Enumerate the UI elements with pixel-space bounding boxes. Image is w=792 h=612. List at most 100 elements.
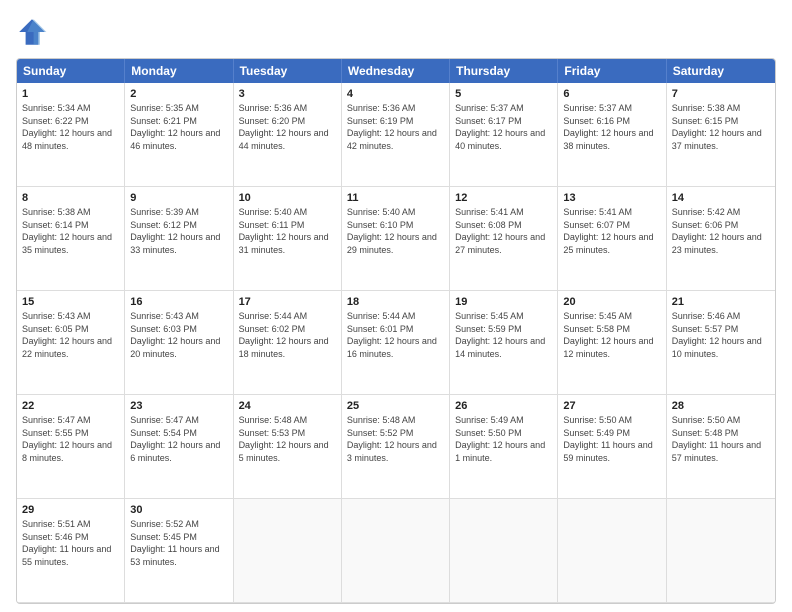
header-day-friday: Friday [558, 59, 666, 83]
cell-info: Sunrise: 5:36 AMSunset: 6:19 PMDaylight:… [347, 103, 437, 151]
day-number: 9 [130, 191, 227, 206]
cell-info: Sunrise: 5:37 AMSunset: 6:17 PMDaylight:… [455, 103, 545, 151]
header-day-saturday: Saturday [667, 59, 775, 83]
cell-info: Sunrise: 5:41 AMSunset: 6:08 PMDaylight:… [455, 207, 545, 255]
cell-info: Sunrise: 5:48 AMSunset: 5:52 PMDaylight:… [347, 415, 437, 463]
day-number: 27 [563, 399, 660, 414]
cell-info: Sunrise: 5:38 AMSunset: 6:15 PMDaylight:… [672, 103, 762, 151]
calendar-cell-day-11: 11Sunrise: 5:40 AMSunset: 6:10 PMDayligh… [342, 187, 450, 291]
day-number: 22 [22, 399, 119, 414]
calendar-cell-day-16: 16Sunrise: 5:43 AMSunset: 6:03 PMDayligh… [125, 291, 233, 395]
day-number: 30 [130, 503, 227, 518]
calendar-body: 1Sunrise: 5:34 AMSunset: 6:22 PMDaylight… [17, 83, 775, 603]
calendar-cell-day-27: 27Sunrise: 5:50 AMSunset: 5:49 PMDayligh… [558, 395, 666, 499]
page: SundayMondayTuesdayWednesdayThursdayFrid… [0, 0, 792, 612]
calendar-cell-day-18: 18Sunrise: 5:44 AMSunset: 6:01 PMDayligh… [342, 291, 450, 395]
calendar-cell-day-1: 1Sunrise: 5:34 AMSunset: 6:22 PMDaylight… [17, 83, 125, 187]
calendar-cell-empty [342, 499, 450, 603]
day-number: 17 [239, 295, 336, 310]
calendar-cell-day-17: 17Sunrise: 5:44 AMSunset: 6:02 PMDayligh… [234, 291, 342, 395]
calendar-cell-day-6: 6Sunrise: 5:37 AMSunset: 6:16 PMDaylight… [558, 83, 666, 187]
cell-info: Sunrise: 5:48 AMSunset: 5:53 PMDaylight:… [239, 415, 329, 463]
day-number: 11 [347, 191, 444, 206]
cell-info: Sunrise: 5:44 AMSunset: 6:01 PMDaylight:… [347, 311, 437, 359]
calendar-cell-day-24: 24Sunrise: 5:48 AMSunset: 5:53 PMDayligh… [234, 395, 342, 499]
cell-info: Sunrise: 5:39 AMSunset: 6:12 PMDaylight:… [130, 207, 220, 255]
day-number: 18 [347, 295, 444, 310]
calendar-cell-day-22: 22Sunrise: 5:47 AMSunset: 5:55 PMDayligh… [17, 395, 125, 499]
day-number: 28 [672, 399, 770, 414]
calendar-cell-day-8: 8Sunrise: 5:38 AMSunset: 6:14 PMDaylight… [17, 187, 125, 291]
calendar-cell-day-28: 28Sunrise: 5:50 AMSunset: 5:48 PMDayligh… [667, 395, 775, 499]
day-number: 25 [347, 399, 444, 414]
day-number: 12 [455, 191, 552, 206]
calendar-cell-day-2: 2Sunrise: 5:35 AMSunset: 6:21 PMDaylight… [125, 83, 233, 187]
day-number: 1 [22, 87, 119, 102]
calendar-cell-empty [667, 499, 775, 603]
cell-info: Sunrise: 5:40 AMSunset: 6:10 PMDaylight:… [347, 207, 437, 255]
day-number: 26 [455, 399, 552, 414]
calendar-cell-day-5: 5Sunrise: 5:37 AMSunset: 6:17 PMDaylight… [450, 83, 558, 187]
header-day-tuesday: Tuesday [234, 59, 342, 83]
calendar-cell-day-4: 4Sunrise: 5:36 AMSunset: 6:19 PMDaylight… [342, 83, 450, 187]
day-number: 7 [672, 87, 770, 102]
calendar-cell-day-7: 7Sunrise: 5:38 AMSunset: 6:15 PMDaylight… [667, 83, 775, 187]
cell-info: Sunrise: 5:45 AMSunset: 5:59 PMDaylight:… [455, 311, 545, 359]
cell-info: Sunrise: 5:50 AMSunset: 5:49 PMDaylight:… [563, 415, 652, 463]
header [16, 16, 776, 48]
cell-info: Sunrise: 5:37 AMSunset: 6:16 PMDaylight:… [563, 103, 653, 151]
calendar-cell-day-19: 19Sunrise: 5:45 AMSunset: 5:59 PMDayligh… [450, 291, 558, 395]
calendar-cell-day-20: 20Sunrise: 5:45 AMSunset: 5:58 PMDayligh… [558, 291, 666, 395]
day-number: 13 [563, 191, 660, 206]
cell-info: Sunrise: 5:42 AMSunset: 6:06 PMDaylight:… [672, 207, 762, 255]
cell-info: Sunrise: 5:50 AMSunset: 5:48 PMDaylight:… [672, 415, 761, 463]
cell-info: Sunrise: 5:38 AMSunset: 6:14 PMDaylight:… [22, 207, 112, 255]
calendar-cell-day-30: 30Sunrise: 5:52 AMSunset: 5:45 PMDayligh… [125, 499, 233, 603]
calendar-cell-day-25: 25Sunrise: 5:48 AMSunset: 5:52 PMDayligh… [342, 395, 450, 499]
calendar-cell-day-3: 3Sunrise: 5:36 AMSunset: 6:20 PMDaylight… [234, 83, 342, 187]
day-number: 24 [239, 399, 336, 414]
cell-info: Sunrise: 5:47 AMSunset: 5:55 PMDaylight:… [22, 415, 112, 463]
cell-info: Sunrise: 5:51 AMSunset: 5:46 PMDaylight:… [22, 519, 111, 567]
cell-info: Sunrise: 5:46 AMSunset: 5:57 PMDaylight:… [672, 311, 762, 359]
cell-info: Sunrise: 5:40 AMSunset: 6:11 PMDaylight:… [239, 207, 329, 255]
day-number: 8 [22, 191, 119, 206]
calendar-cell-day-9: 9Sunrise: 5:39 AMSunset: 6:12 PMDaylight… [125, 187, 233, 291]
cell-info: Sunrise: 5:44 AMSunset: 6:02 PMDaylight:… [239, 311, 329, 359]
calendar-cell-empty [450, 499, 558, 603]
calendar-cell-day-10: 10Sunrise: 5:40 AMSunset: 6:11 PMDayligh… [234, 187, 342, 291]
header-day-thursday: Thursday [450, 59, 558, 83]
header-day-sunday: Sunday [17, 59, 125, 83]
day-number: 6 [563, 87, 660, 102]
calendar: SundayMondayTuesdayWednesdayThursdayFrid… [16, 58, 776, 604]
day-number: 29 [22, 503, 119, 518]
calendar-cell-empty [234, 499, 342, 603]
day-number: 14 [672, 191, 770, 206]
cell-info: Sunrise: 5:49 AMSunset: 5:50 PMDaylight:… [455, 415, 545, 463]
day-number: 20 [563, 295, 660, 310]
cell-info: Sunrise: 5:43 AMSunset: 6:05 PMDaylight:… [22, 311, 112, 359]
cell-info: Sunrise: 5:47 AMSunset: 5:54 PMDaylight:… [130, 415, 220, 463]
day-number: 2 [130, 87, 227, 102]
header-day-wednesday: Wednesday [342, 59, 450, 83]
calendar-cell-day-15: 15Sunrise: 5:43 AMSunset: 6:05 PMDayligh… [17, 291, 125, 395]
calendar-cell-day-14: 14Sunrise: 5:42 AMSunset: 6:06 PMDayligh… [667, 187, 775, 291]
header-day-monday: Monday [125, 59, 233, 83]
cell-info: Sunrise: 5:36 AMSunset: 6:20 PMDaylight:… [239, 103, 329, 151]
day-number: 19 [455, 295, 552, 310]
logo-icon [16, 16, 48, 48]
day-number: 5 [455, 87, 552, 102]
calendar-cell-day-13: 13Sunrise: 5:41 AMSunset: 6:07 PMDayligh… [558, 187, 666, 291]
day-number: 4 [347, 87, 444, 102]
calendar-cell-day-29: 29Sunrise: 5:51 AMSunset: 5:46 PMDayligh… [17, 499, 125, 603]
day-number: 21 [672, 295, 770, 310]
calendar-cell-day-26: 26Sunrise: 5:49 AMSunset: 5:50 PMDayligh… [450, 395, 558, 499]
day-number: 15 [22, 295, 119, 310]
calendar-cell-day-23: 23Sunrise: 5:47 AMSunset: 5:54 PMDayligh… [125, 395, 233, 499]
cell-info: Sunrise: 5:52 AMSunset: 5:45 PMDaylight:… [130, 519, 219, 567]
cell-info: Sunrise: 5:34 AMSunset: 6:22 PMDaylight:… [22, 103, 112, 151]
day-number: 3 [239, 87, 336, 102]
logo [16, 16, 52, 48]
calendar-header: SundayMondayTuesdayWednesdayThursdayFrid… [17, 59, 775, 83]
day-number: 10 [239, 191, 336, 206]
